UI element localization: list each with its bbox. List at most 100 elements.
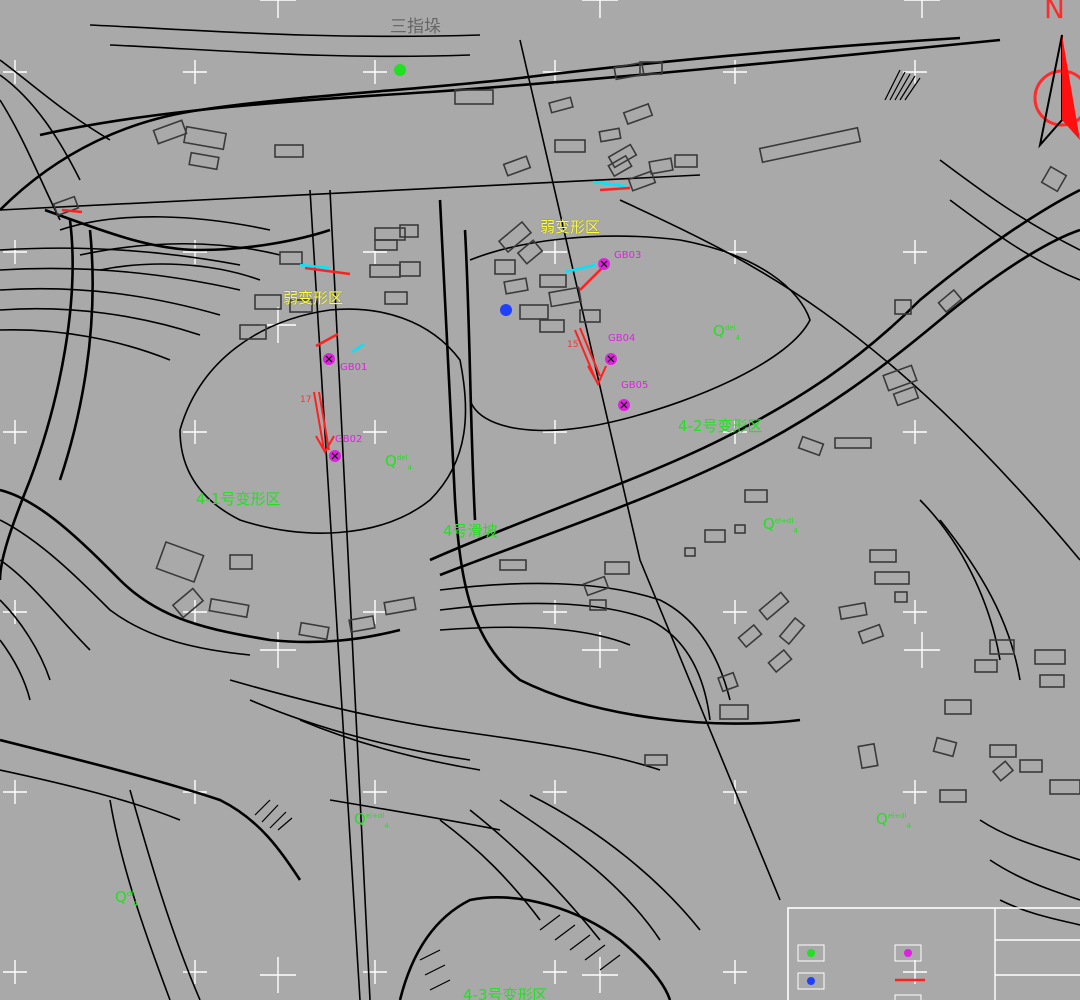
grid-cross [723, 60, 747, 84]
grid-cross [904, 632, 940, 668]
building [279, 251, 303, 265]
grid-cross [183, 420, 207, 444]
landslide-4-label: 4号滑坡 [443, 522, 498, 540]
grid-cross [582, 0, 618, 18]
building [704, 529, 726, 543]
grid-cross [543, 420, 567, 444]
place-name-label: 三指垛 [390, 17, 441, 37]
building [838, 601, 868, 621]
building [944, 699, 972, 715]
gb03-label: GB03 [614, 250, 642, 261]
building [1040, 165, 1068, 193]
grid-cross [723, 600, 747, 624]
building [254, 294, 282, 310]
building [648, 157, 674, 175]
building [991, 760, 1015, 782]
building [554, 139, 586, 153]
gb01-label: GB01 [340, 362, 368, 373]
building [737, 623, 763, 649]
grid-cross [3, 240, 27, 264]
building [834, 437, 872, 449]
zone-bottom-label: 4-3号变形区 [463, 986, 548, 1000]
building [539, 319, 565, 333]
building [758, 126, 862, 164]
grid-cross [543, 780, 567, 804]
grid-cross [183, 60, 207, 84]
building [974, 659, 998, 673]
building [894, 591, 908, 603]
building [208, 597, 250, 619]
grid-cross [903, 780, 927, 804]
grid-cross [543, 240, 567, 264]
map-drawing [0, 0, 1080, 1000]
building [454, 89, 494, 105]
building [374, 239, 398, 251]
building [399, 261, 421, 277]
grid-cross [582, 957, 618, 993]
building [171, 587, 205, 619]
legend-box [787, 907, 1080, 1000]
building [684, 547, 696, 557]
crack-icon [61, 180, 631, 354]
weak-zone-label-east: 弱变形区 [540, 218, 601, 236]
grid-cross [363, 960, 387, 984]
zone-4-2-label: 4-2号变形区 [678, 417, 763, 435]
building [1049, 779, 1080, 795]
weak-zone-label-west: 弱变形区 [283, 289, 344, 307]
building [719, 704, 749, 720]
grid-cross [363, 600, 387, 624]
building [298, 621, 330, 641]
grid-crosses [3, 0, 940, 993]
building [188, 151, 220, 171]
building [1039, 674, 1065, 688]
building [369, 264, 401, 278]
north-label: N [1044, 0, 1065, 25]
grid-cross [3, 780, 27, 804]
building [644, 754, 668, 766]
grid-cross [3, 960, 27, 984]
building [497, 220, 533, 254]
building [274, 144, 304, 158]
grid-cross [582, 632, 618, 668]
building [767, 648, 793, 674]
building [622, 102, 654, 126]
building [494, 259, 516, 275]
quaternary-label: Qdl4 [115, 888, 138, 908]
grid-cross [260, 957, 296, 993]
building [399, 224, 419, 238]
building [857, 742, 879, 770]
quaternary-label: Qel+dl4 [763, 515, 798, 535]
grid-cross [543, 960, 567, 984]
building [778, 616, 806, 646]
building [869, 549, 897, 563]
quaternary-label: Qdel4 [713, 322, 740, 342]
zone-4-1-label: 4-1号变形区 [196, 490, 281, 508]
building [548, 286, 582, 308]
building [758, 591, 790, 621]
building [874, 571, 910, 585]
grid-cross [904, 0, 940, 18]
building [1019, 759, 1043, 773]
building [1034, 649, 1066, 665]
building [499, 559, 527, 571]
dip-angle-label: 17 [300, 395, 312, 405]
building [734, 524, 746, 534]
building [932, 736, 958, 758]
building [503, 277, 529, 295]
grid-cross [363, 60, 387, 84]
dip-angle-label: 15 [567, 340, 579, 350]
building [155, 540, 205, 584]
building [516, 239, 544, 265]
building [383, 596, 417, 616]
building [674, 154, 698, 168]
building [502, 155, 532, 177]
quaternary-label: Qel+dl4 [876, 810, 911, 830]
gb05-label: GB05 [621, 380, 649, 391]
building [539, 274, 567, 288]
grid-cross [363, 780, 387, 804]
topographic-map: 三指垛 N 弱变形区 弱变形区 4-1号变形区 4-2号变形区 4号滑坡 4-3… [0, 0, 1080, 1000]
gb04-label: GB04 [608, 333, 636, 344]
grid-cross [3, 420, 27, 444]
building [604, 561, 630, 575]
building [598, 127, 622, 143]
